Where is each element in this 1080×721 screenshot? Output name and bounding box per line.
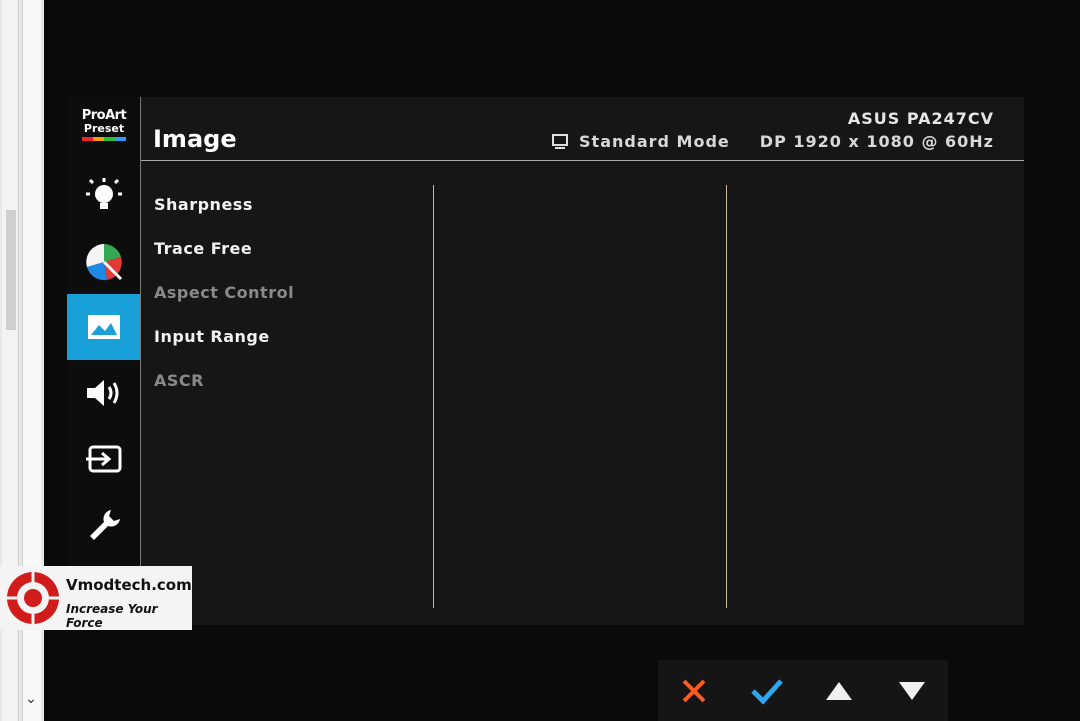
menu-item-aspect-control[interactable]: Aspect Control: [154, 283, 294, 327]
header-divider: [141, 160, 1024, 161]
menu-item-input-range[interactable]: Input Range: [154, 327, 294, 371]
rail-item-system[interactable]: [67, 492, 140, 558]
check-icon: [750, 678, 783, 705]
monitor-model: ASUS PA247CV: [847, 109, 994, 128]
close-icon: [682, 679, 706, 702]
osd-window: ProArt Preset Image ASUS PA247CV Standar…: [67, 97, 1024, 625]
chevron-down-icon[interactable]: ⌄: [24, 690, 38, 708]
rail-item-input[interactable]: [67, 426, 140, 492]
bulb-icon: [85, 178, 122, 209]
rail-item-color[interactable]: [67, 229, 140, 295]
menu-item-sharpness[interactable]: Sharpness: [154, 195, 294, 239]
menu-item-ascr[interactable]: ASCR: [154, 371, 294, 415]
signal-label: DP 1920 x 1080 @ 60Hz: [759, 132, 994, 151]
color-wheel-icon: [85, 244, 122, 281]
monitor-icon: [552, 133, 569, 149]
mode-label: Standard Mode: [579, 132, 730, 151]
column-divider-1: [433, 185, 434, 608]
image-menu: Sharpness Trace Free Aspect Control Inpu…: [154, 195, 294, 415]
rail-item-brightness[interactable]: [67, 163, 140, 229]
up-arrow-icon: [826, 681, 853, 700]
speaker-icon: [86, 380, 118, 406]
down-key[interactable]: [889, 668, 935, 714]
osd-icon-rail: ProArt Preset: [67, 97, 140, 625]
close-key[interactable]: [671, 668, 717, 714]
status-line: Standard Mode DP 1920 x 1080 @ 60Hz: [551, 132, 994, 151]
menu-item-trace-free[interactable]: Trace Free: [154, 239, 294, 283]
up-key[interactable]: [816, 668, 862, 714]
proart-preset-logo[interactable]: ProArt Preset: [74, 109, 134, 149]
wrench-icon: [89, 510, 120, 540]
down-arrow-icon: [898, 681, 925, 700]
confirm-key[interactable]: [744, 668, 790, 714]
watermark-site: Vmodtech.com: [66, 576, 192, 594]
image-icon: [87, 315, 120, 339]
scroll-thumb[interactable]: [6, 210, 16, 330]
proart-color-bar: [82, 137, 126, 141]
osd-key-bar: [658, 660, 948, 721]
watermark-tagline: Increase Your Force: [66, 602, 158, 630]
column-divider-2: [726, 185, 727, 608]
page-title: Image: [153, 125, 237, 153]
input-select-icon: [85, 445, 121, 473]
proart-logo-line1: ProArt: [81, 108, 127, 123]
proart-logo-line2: Preset: [83, 122, 125, 135]
rail-item-image[interactable]: [67, 294, 140, 360]
watermark-logo-icon: [5, 570, 61, 626]
rail-item-sound[interactable]: [67, 360, 140, 426]
osd-main-panel: Image ASUS PA247CV Standard Mode DP 1920…: [140, 97, 1024, 625]
site-watermark: Vmodtech.com Increase Your Force: [0, 566, 192, 630]
